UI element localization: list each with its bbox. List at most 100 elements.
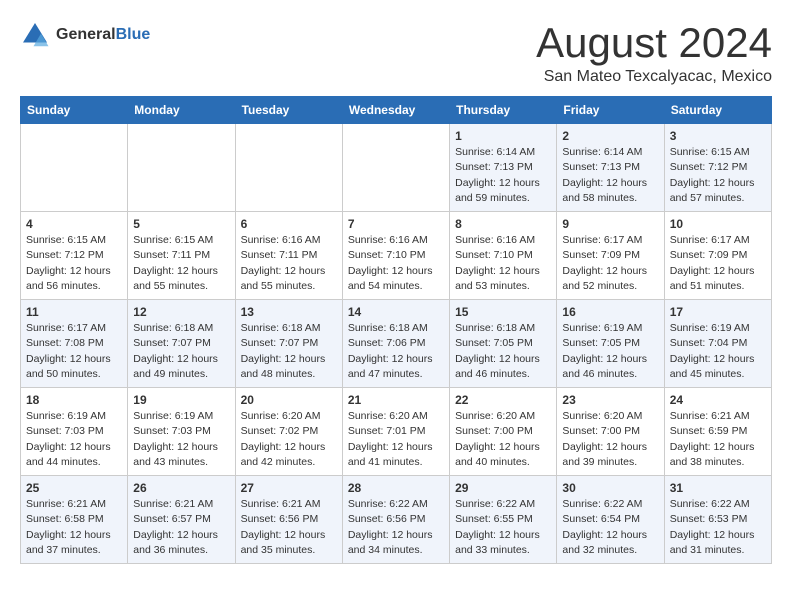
- day-cell: 1 Sunrise: 6:14 AM Sunset: 7:13 PM Daylig…: [450, 124, 557, 212]
- day-cell: [21, 124, 128, 212]
- logo-general: General: [56, 26, 116, 43]
- day-number: 20: [241, 393, 337, 407]
- day-info: Sunrise: 6:18 AM Sunset: 7:07 PM Dayligh…: [241, 321, 337, 382]
- day-cell: 16 Sunrise: 6:19 AM Sunset: 7:05 PM Dayli…: [557, 300, 664, 388]
- week-row-4: 18 Sunrise: 6:19 AM Sunset: 7:03 PM Dayli…: [21, 388, 772, 476]
- header-sunday: Sunday: [21, 97, 128, 124]
- day-number: 3: [670, 129, 766, 143]
- day-info: Sunrise: 6:21 AM Sunset: 6:58 PM Dayligh…: [26, 497, 122, 558]
- day-number: 22: [455, 393, 551, 407]
- logo: GeneralBlue: [20, 20, 150, 50]
- day-cell: 26 Sunrise: 6:21 AM Sunset: 6:57 PM Dayli…: [128, 476, 235, 564]
- day-cell: 18 Sunrise: 6:19 AM Sunset: 7:03 PM Dayli…: [21, 388, 128, 476]
- day-number: 16: [562, 305, 658, 319]
- day-cell: 8 Sunrise: 6:16 AM Sunset: 7:10 PM Daylig…: [450, 212, 557, 300]
- day-cell: 28 Sunrise: 6:22 AM Sunset: 6:56 PM Dayli…: [342, 476, 449, 564]
- day-cell: 25 Sunrise: 6:21 AM Sunset: 6:58 PM Dayli…: [21, 476, 128, 564]
- day-cell: 9 Sunrise: 6:17 AM Sunset: 7:09 PM Daylig…: [557, 212, 664, 300]
- day-cell: 14Sunrise: 6:18 AM Sunset: 7:06 PM Dayli…: [342, 300, 449, 388]
- week-row-1: 1 Sunrise: 6:14 AM Sunset: 7:13 PM Daylig…: [21, 124, 772, 212]
- day-number: 17: [670, 305, 766, 319]
- title-block: August 2024 San Mateo Texcalyacac, Mexic…: [536, 20, 772, 86]
- day-cell: 17 Sunrise: 6:19 AM Sunset: 7:04 PM Dayli…: [664, 300, 771, 388]
- day-cell: 2 Sunrise: 6:14 AM Sunset: 7:13 PM Daylig…: [557, 124, 664, 212]
- week-row-2: 4 Sunrise: 6:15 AM Sunset: 7:12 PM Daylig…: [21, 212, 772, 300]
- day-info: Sunrise: 6:19 AM Sunset: 7:03 PM Dayligh…: [26, 409, 122, 470]
- day-info: Sunrise: 6:14 AM Sunset: 7:13 PM Dayligh…: [455, 145, 551, 206]
- header-saturday: Saturday: [664, 97, 771, 124]
- day-number: 9: [562, 217, 658, 231]
- day-info: Sunrise: 6:22 AM Sunset: 6:55 PM Dayligh…: [455, 497, 551, 558]
- day-cell: [235, 124, 342, 212]
- day-info: Sunrise: 6:21 AM Sunset: 6:57 PM Dayligh…: [133, 497, 229, 558]
- day-number: 6: [241, 217, 337, 231]
- day-number: 4: [26, 217, 122, 231]
- day-info: Sunrise: 6:21 AM Sunset: 6:56 PM Dayligh…: [241, 497, 337, 558]
- day-number: 12: [133, 305, 229, 319]
- day-info: Sunrise: 6:20 AM Sunset: 7:00 PM Dayligh…: [455, 409, 551, 470]
- day-info: Sunrise: 6:20 AM Sunset: 7:01 PM Dayligh…: [348, 409, 444, 470]
- day-number: 23: [562, 393, 658, 407]
- day-number: 28: [348, 481, 444, 495]
- day-info: Sunrise: 6:19 AM Sunset: 7:05 PM Dayligh…: [562, 321, 658, 382]
- day-cell: 29 Sunrise: 6:22 AM Sunset: 6:55 PM Dayli…: [450, 476, 557, 564]
- day-cell: 27 Sunrise: 6:21 AM Sunset: 6:56 PM Dayli…: [235, 476, 342, 564]
- logo-icon: [20, 20, 50, 50]
- day-info: Sunrise: 6:20 AM Sunset: 7:02 PM Dayligh…: [241, 409, 337, 470]
- day-number: 13: [241, 305, 337, 319]
- day-number: 5: [133, 217, 229, 231]
- day-info: Sunrise: 6:17 AM Sunset: 7:09 PM Dayligh…: [670, 233, 766, 294]
- day-info: Sunrise: 6:17 AM Sunset: 7:09 PM Dayligh…: [562, 233, 658, 294]
- day-number: 1: [455, 129, 551, 143]
- day-number: 14: [348, 305, 444, 319]
- day-cell: 11 Sunrise: 6:17 AM Sunset: 7:08 PM Dayli…: [21, 300, 128, 388]
- day-number: 11: [26, 305, 122, 319]
- day-number: 21: [348, 393, 444, 407]
- day-info: Sunrise: 6:16 AM Sunset: 7:10 PM Dayligh…: [348, 233, 444, 294]
- day-info: Sunrise: 6:15 AM Sunset: 7:12 PM Dayligh…: [26, 233, 122, 294]
- day-info: Sunrise: 6:20 AM Sunset: 7:00 PM Dayligh…: [562, 409, 658, 470]
- header-thursday: Thursday: [450, 97, 557, 124]
- day-cell: 15 Sunrise: 6:18 AM Sunset: 7:05 PM Dayli…: [450, 300, 557, 388]
- logo-blue: Blue: [116, 26, 151, 43]
- header-row: SundayMondayTuesdayWednesdayThursdayFrid…: [21, 97, 772, 124]
- header-tuesday: Tuesday: [235, 97, 342, 124]
- day-info: Sunrise: 6:14 AM Sunset: 7:13 PM Dayligh…: [562, 145, 658, 206]
- day-cell: 7 Sunrise: 6:16 AM Sunset: 7:10 PM Daylig…: [342, 212, 449, 300]
- day-cell: 22 Sunrise: 6:20 AM Sunset: 7:00 PM Dayli…: [450, 388, 557, 476]
- day-info: Sunrise: 6:15 AM Sunset: 7:11 PM Dayligh…: [133, 233, 229, 294]
- day-number: 18: [26, 393, 122, 407]
- day-number: 7: [348, 217, 444, 231]
- day-info: Sunrise: 6:17 AM Sunset: 7:08 PM Dayligh…: [26, 321, 122, 382]
- day-info: Sunrise: 6:19 AM Sunset: 7:04 PM Dayligh…: [670, 321, 766, 382]
- day-number: 19: [133, 393, 229, 407]
- day-number: 25: [26, 481, 122, 495]
- day-number: 24: [670, 393, 766, 407]
- day-info: Sunrise: 6:16 AM Sunset: 7:10 PM Dayligh…: [455, 233, 551, 294]
- header-monday: Monday: [128, 97, 235, 124]
- day-number: 8: [455, 217, 551, 231]
- day-info: Sunrise: 6:22 AM Sunset: 6:56 PM Dayligh…: [348, 497, 444, 558]
- day-cell: [342, 124, 449, 212]
- day-cell: 23 Sunrise: 6:20 AM Sunset: 7:00 PM Dayli…: [557, 388, 664, 476]
- day-cell: 21 Sunrise: 6:20 AM Sunset: 7:01 PM Dayli…: [342, 388, 449, 476]
- day-info: Sunrise: 6:16 AM Sunset: 7:11 PM Dayligh…: [241, 233, 337, 294]
- day-cell: 12Sunrise: 6:18 AM Sunset: 7:07 PM Dayli…: [128, 300, 235, 388]
- day-info: Sunrise: 6:22 AM Sunset: 6:53 PM Dayligh…: [670, 497, 766, 558]
- day-number: 26: [133, 481, 229, 495]
- day-info: Sunrise: 6:21 AM Sunset: 6:59 PM Dayligh…: [670, 409, 766, 470]
- day-cell: 31 Sunrise: 6:22 AM Sunset: 6:53 PM Dayli…: [664, 476, 771, 564]
- day-info: Sunrise: 6:18 AM Sunset: 7:05 PM Dayligh…: [455, 321, 551, 382]
- day-number: 31: [670, 481, 766, 495]
- day-cell: 24 Sunrise: 6:21 AM Sunset: 6:59 PM Dayli…: [664, 388, 771, 476]
- day-info: Sunrise: 6:22 AM Sunset: 6:54 PM Dayligh…: [562, 497, 658, 558]
- header-wednesday: Wednesday: [342, 97, 449, 124]
- day-number: 29: [455, 481, 551, 495]
- day-number: 10: [670, 217, 766, 231]
- day-number: 2: [562, 129, 658, 143]
- day-number: 15: [455, 305, 551, 319]
- day-cell: [128, 124, 235, 212]
- day-cell: 30Sunrise: 6:22 AM Sunset: 6:54 PM Dayli…: [557, 476, 664, 564]
- day-info: Sunrise: 6:19 AM Sunset: 7:03 PM Dayligh…: [133, 409, 229, 470]
- day-number: 27: [241, 481, 337, 495]
